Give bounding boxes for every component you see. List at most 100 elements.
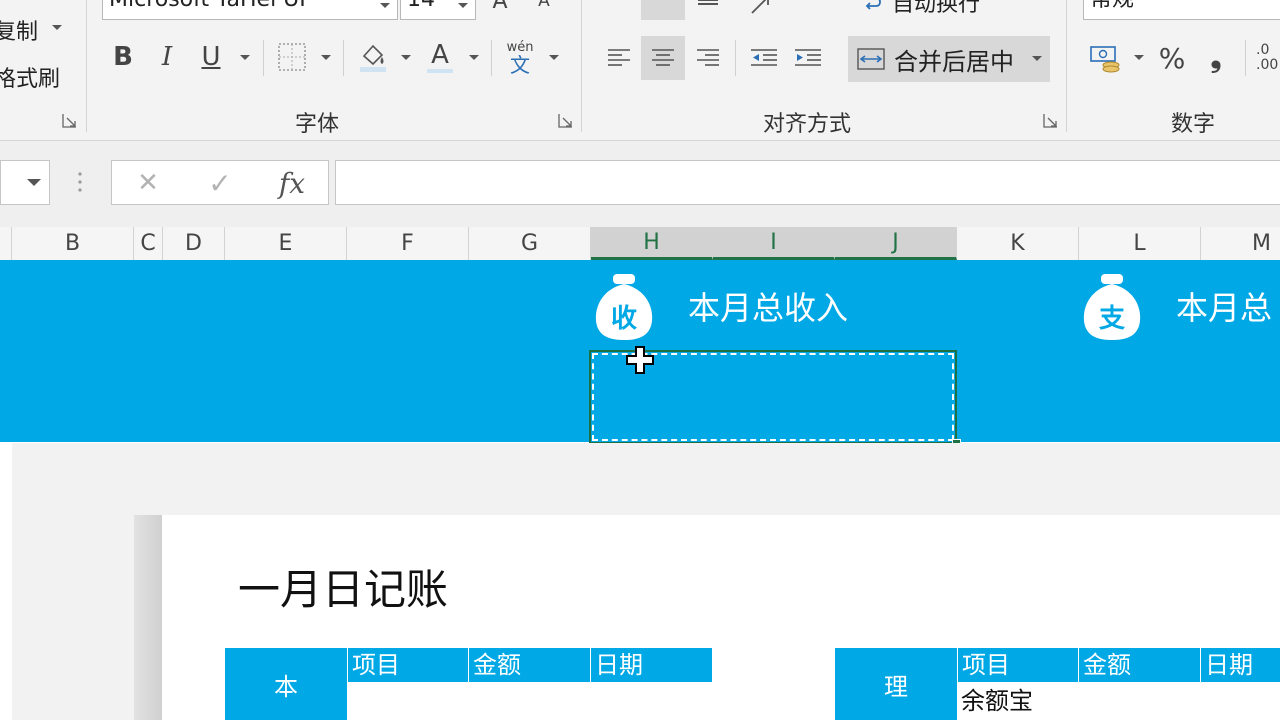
clipboard-dialog-launcher[interactable] [62,113,77,128]
left-header-date[interactable]: 日期 [591,648,712,682]
accounting-format-button[interactable] [1086,40,1126,76]
alignment-dialog-launcher[interactable] [1043,113,1058,128]
insert-function-button[interactable]: fx [270,165,314,201]
underline-label: U [201,42,221,72]
shrink-font-label: A [538,0,550,11]
column-header-m[interactable]: M [1201,227,1280,260]
font-color-button[interactable]: A [422,38,458,76]
orientation-button[interactable] [745,0,775,20]
format-painter-label: 格式刷 [0,67,61,92]
group-separator [581,0,582,132]
formula-input[interactable] [335,160,1280,205]
phonetic-bottom: 文 [510,53,530,77]
font-name-dropdown-arrow[interactable] [380,3,390,8]
align-right-button[interactable] [689,40,727,76]
merge-center-label: 合并后居中 [894,47,1014,76]
fill-color-dropdown-arrow[interactable] [401,55,411,60]
cancel-button[interactable]: ✕ [130,165,166,201]
left-header-item[interactable]: 项目 [347,648,469,682]
increase-decimal-button[interactable]: .0 .00 [1256,40,1280,76]
border-button[interactable] [274,40,310,74]
underline-button[interactable]: U [194,40,228,74]
column-header-g[interactable]: G [469,227,591,260]
bold-label: B [113,42,133,72]
left-table-side-label[interactable]: 本 [225,648,347,720]
percent-button[interactable]: % [1154,40,1190,76]
phonetic-dropdown-arrow[interactable] [549,55,559,60]
enter-button[interactable]: ✓ [202,165,238,201]
merge-center-button[interactable]: 合并后居中 [848,36,1050,82]
name-box[interactable] [0,160,50,205]
group-separator [1066,0,1067,132]
decrease-indent-button[interactable] [745,40,783,76]
left-side-label-text: 本 [274,672,298,701]
merge-dropdown-arrow[interactable] [1032,56,1042,61]
increase-indent-button[interactable] [789,40,827,76]
merge-center-icon [857,48,885,70]
font-color-label: A [431,40,449,70]
font-color-dropdown-arrow[interactable] [469,55,479,60]
increase-indent-icon [795,49,821,66]
group-separator [86,0,87,132]
right-table-cell-item[interactable]: 余额宝 [957,682,1079,720]
font-name-combo[interactable]: Microsoft YaHei UI [102,0,398,20]
font-dialog-launcher[interactable] [558,113,573,128]
expense-icon-char: 支 [1098,304,1125,334]
align-right-icon [697,49,719,66]
percent-label: % [1158,41,1186,75]
copy-dropdown-arrow[interactable] [52,25,62,30]
align-middle-button[interactable] [690,0,726,20]
format-painter-button[interactable]: 格式刷 [0,61,60,93]
income-icon-char: 收 [610,304,637,334]
copy-button[interactable]: 复制 [0,14,38,46]
launcher-icon [558,114,572,128]
shrink-font-button[interactable]: A [534,0,554,12]
accounting-dropdown-arrow[interactable] [1134,55,1144,60]
align-center-button[interactable] [641,36,685,80]
launcher-icon [1043,114,1057,128]
column-header-d[interactable]: D [163,227,225,260]
number-format-value: 常规 [1090,0,1134,12]
paint-bucket-icon [360,44,386,72]
column-header-l[interactable]: L [1079,227,1201,260]
wrap-text-button[interactable]: 自动换行 [858,0,980,18]
right-header-amount[interactable]: 金额 [1079,648,1201,682]
column-header-k[interactable]: K [957,227,1079,260]
font-size-dropdown-arrow[interactable] [458,3,468,8]
border-dropdown-arrow[interactable] [321,55,331,60]
alignment-group-label: 对齐方式 [762,112,851,137]
column-header-b[interactable]: B [12,227,134,260]
column-header-c[interactable]: C [134,227,163,260]
number-format-combo[interactable]: 常规 [1083,0,1280,20]
left-header-amount[interactable]: 金额 [469,648,591,682]
grow-font-button[interactable]: A [488,0,512,14]
ribbon: 复制 格式刷 Microsoft YaHei UI 14 A A B I U [0,0,1280,141]
right-table-side-label[interactable]: 理 [835,648,957,720]
cancel-icon: ✕ [137,168,159,198]
right-header-item[interactable]: 项目 [957,648,1079,682]
right-header-date[interactable]: 日期 [1201,648,1280,682]
column-header-e[interactable]: E [225,227,347,260]
divider [491,40,492,76]
align-top-button[interactable] [641,0,685,20]
phonetic-button[interactable]: wén 文 [502,40,538,76]
name-box-dropdown-arrow[interactable] [27,179,41,186]
fill-color-button[interactable] [354,40,392,74]
column-header-a-edge[interactable] [0,227,12,260]
align-left-button[interactable] [600,40,638,76]
formula-buttons: ✕ ✓ fx [111,160,329,205]
column-header-h[interactable]: H [591,227,713,260]
bold-button[interactable]: B [106,40,140,74]
comma-style-button[interactable]: ❟ [1200,40,1232,76]
divider [343,40,344,76]
column-header-f[interactable]: F [347,227,469,260]
italic-button[interactable]: I [150,40,184,74]
divider [1245,40,1246,76]
column-header-i[interactable]: I [713,227,835,260]
underline-dropdown-arrow[interactable] [240,55,250,60]
column-header-j[interactable]: J [835,227,957,260]
formula-bar-grip-icon[interactable] [78,171,82,193]
align-top-icon [651,0,675,14]
formula-bar: ✕ ✓ fx [0,141,1280,227]
copy-label: 复制 [0,20,39,45]
